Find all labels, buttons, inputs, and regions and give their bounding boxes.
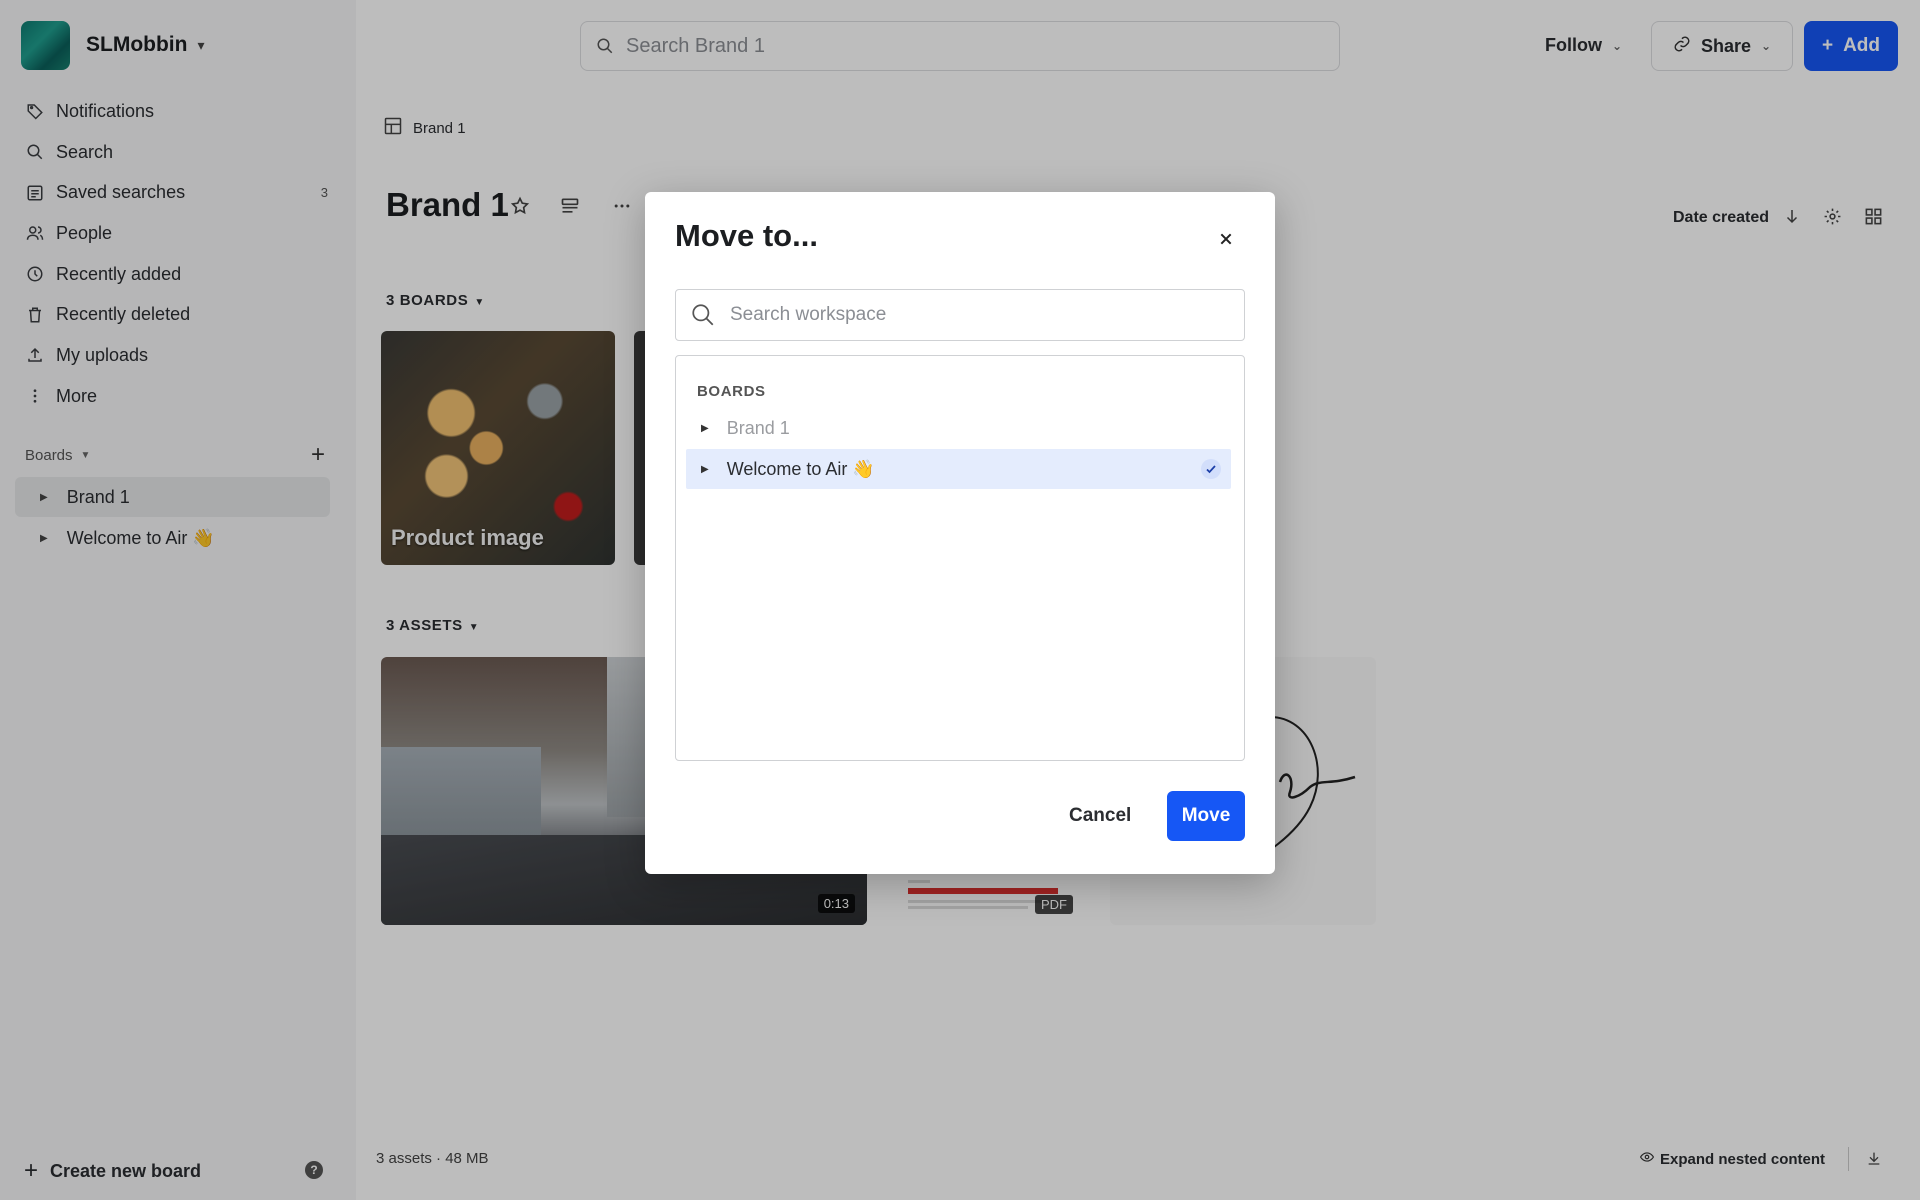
tree-item-brand-1: ▶ Brand 1 bbox=[686, 408, 1231, 448]
tree-item-welcome[interactable]: ▶ Welcome to Air 👋 bbox=[686, 449, 1231, 489]
move-button[interactable]: Move bbox=[1167, 791, 1245, 841]
check-icon bbox=[1201, 459, 1221, 479]
cancel-button[interactable]: Cancel bbox=[1069, 791, 1131, 841]
close-icon[interactable] bbox=[1214, 227, 1238, 251]
expand-triangle-icon[interactable]: ▶ bbox=[701, 423, 709, 434]
tree-item-label: Welcome to Air 👋 bbox=[726, 458, 875, 479]
dialog-title: Move to... bbox=[675, 218, 818, 253]
search-icon bbox=[690, 302, 716, 328]
board-tree: BOARDS ▶ Brand 1 ▶ Welcome to Air 👋 bbox=[675, 355, 1245, 761]
move-to-dialog: Move to... Search workspace BOARDS ▶ Bra… bbox=[645, 192, 1275, 874]
workspace-search-placeholder: Search workspace bbox=[730, 304, 887, 325]
tree-item-label: Brand 1 bbox=[726, 417, 790, 438]
expand-triangle-icon[interactable]: ▶ bbox=[701, 464, 709, 475]
tree-section-header: BOARDS bbox=[697, 383, 766, 400]
workspace-search-input[interactable]: Search workspace bbox=[675, 289, 1245, 341]
